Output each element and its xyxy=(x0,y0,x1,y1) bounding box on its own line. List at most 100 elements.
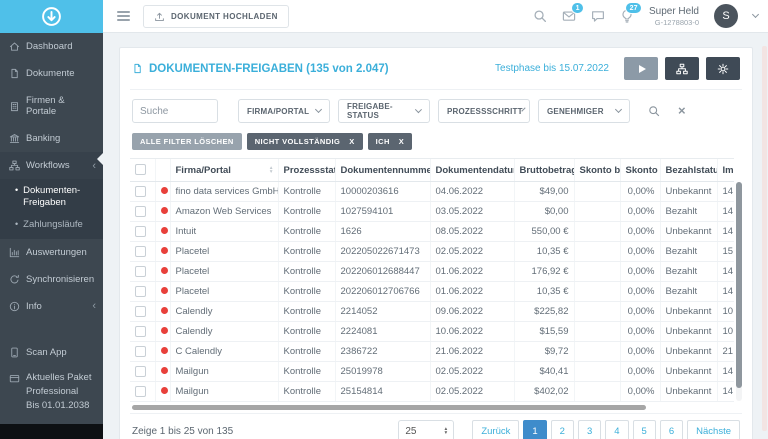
workflow-settings-button[interactable] xyxy=(665,57,699,80)
chat-icon[interactable] xyxy=(591,9,605,23)
upload-document-button[interactable]: DOKUMENT HOCHLADEN xyxy=(143,5,289,28)
status-dot-icon xyxy=(161,387,168,394)
row-checkbox[interactable] xyxy=(135,266,146,277)
sidebar: DashboardDokumenteFirmen & PortaleBankin… xyxy=(0,0,103,439)
page-button-4[interactable]: 4 xyxy=(605,420,628,439)
chevron-down-icon xyxy=(415,106,422,113)
row-checkbox[interactable] xyxy=(135,386,146,397)
sidebar-item-banking[interactable]: Banking xyxy=(0,125,103,152)
table-row[interactable]: fino data services GmbHKontrolle10000203… xyxy=(130,182,734,202)
search-icon[interactable] xyxy=(533,9,547,23)
row-checkbox[interactable] xyxy=(135,186,146,197)
sidebar-item-auswertungen[interactable]: Auswertungen xyxy=(0,239,103,266)
table-row[interactable]: IntuitKontrolle162608.05.2022550,00 €0,0… xyxy=(130,222,734,242)
filter-chip-ich[interactable]: ICHX xyxy=(368,133,413,150)
workflow-icon xyxy=(9,160,20,171)
table-horizontal-scrollbar[interactable] xyxy=(130,405,742,411)
table-row[interactable]: PlacetelKontrolle20220601268844701.06.20… xyxy=(130,262,734,282)
prev-page-button[interactable]: Zurück xyxy=(472,420,519,439)
pagination: Zurück123456Nächste xyxy=(472,420,740,439)
row-checkbox[interactable] xyxy=(135,206,146,217)
settings-button[interactable] xyxy=(706,57,740,80)
column-header-dokumentendatum[interactable]: Dokumentendatum▴▾ xyxy=(430,159,514,182)
cell-skonto-bis xyxy=(574,262,620,282)
filter-select-genehmiger[interactable]: GENEHMIGER xyxy=(538,99,630,123)
page-button-6[interactable]: 6 xyxy=(660,420,683,439)
sidebar-subitem-zahlungsl-ufe[interactable]: •Zahlungsläufe xyxy=(0,214,103,236)
start-workflow-button[interactable] xyxy=(624,57,658,80)
row-checkbox[interactable] xyxy=(135,226,146,237)
table-row[interactable]: CalendlyKontrolle221405209.06.2022$225,8… xyxy=(130,302,734,322)
row-checkbox[interactable] xyxy=(135,306,146,317)
page-button-5[interactable]: 5 xyxy=(633,420,656,439)
sidebar-subitem-dokumenten-freigaben[interactable]: •Dokumenten-Freigaben xyxy=(0,180,103,214)
page-button-1[interactable]: 1 xyxy=(523,420,546,439)
clear-filters-icon[interactable]: × xyxy=(678,106,686,116)
mail-badge: 1 xyxy=(571,2,584,14)
column-header-skonto-bis[interactable]: Skonto bis xyxy=(574,159,620,182)
cell-bezahlstatus: Bezahlt xyxy=(660,202,717,222)
row-checkbox[interactable] xyxy=(135,366,146,377)
menu-toggle-icon[interactable] xyxy=(117,11,130,21)
next-page-button[interactable]: Nächste xyxy=(687,420,740,439)
sidebar-item-current-package[interactable]: Aktuelles PaketProfessionalBis 01.01.203… xyxy=(0,365,103,418)
remove-chip-icon[interactable]: X xyxy=(349,137,354,146)
filter-chip-nicht-vollst-ndig[interactable]: NICHT VOLLSTÄNDIGX xyxy=(247,133,363,150)
scrollbar-thumb[interactable] xyxy=(132,405,646,410)
user-menu[interactable]: Super Held G-1278803-0 xyxy=(649,6,699,27)
search-input[interactable] xyxy=(132,99,218,123)
table-row[interactable]: C CalendlyKontrolle238672221.06.2022$9,7… xyxy=(130,342,734,362)
select-all-checkbox[interactable] xyxy=(135,164,146,175)
table-row[interactable]: MailgunKontrolle2515481402.05.2022$402,0… xyxy=(130,382,734,402)
sidebar-item-dokumente[interactable]: Dokumente xyxy=(0,60,103,87)
mail-icon[interactable]: 1 xyxy=(562,9,576,23)
sidebar-item-scan-app[interactable]: Scan App xyxy=(0,339,103,365)
column-header-dokumentennummer[interactable]: Dokumentennummer▴▾ xyxy=(335,159,430,182)
table-row[interactable]: PlacetelKontrolle20220601270676601.06.20… xyxy=(130,282,734,302)
table-row[interactable]: Amazon Web ServicesKontrolle102759410103… xyxy=(130,202,734,222)
apply-filters-search-icon[interactable] xyxy=(648,105,660,117)
table-vertical-scrollbar[interactable] xyxy=(736,182,742,401)
sidebar-item-firmen-portale[interactable]: Firmen & Portale xyxy=(0,87,103,125)
filter-select-freigabe-status[interactable]: FREIGABE-STATUS xyxy=(338,99,430,123)
sidebar-item-workflows[interactable]: Workflows‹ xyxy=(0,152,103,179)
avatar[interactable]: S xyxy=(714,4,738,28)
table-row[interactable]: CalendlyKontrolle222408110.06.2022$15,59… xyxy=(130,322,734,342)
row-checkbox[interactable] xyxy=(135,286,146,297)
filter-chip-alle-filter-l-schen[interactable]: ALLE FILTER LÖSCHEN xyxy=(132,133,242,150)
column-header-bruttobetrag[interactable]: Bruttobetrag xyxy=(514,159,574,182)
sidebar-item-info[interactable]: Info‹ xyxy=(0,293,103,320)
row-checkbox[interactable] xyxy=(135,346,146,357)
column-header-skonto[interactable]: Skonto xyxy=(620,159,660,182)
page-scrollbar[interactable] xyxy=(762,46,767,431)
table-row[interactable]: PlacetelKontrolle20220502267147302.05.20… xyxy=(130,242,734,262)
trial-note-link[interactable]: Testphase bis 15.07.2022 xyxy=(495,63,609,74)
row-checkbox[interactable] xyxy=(135,326,146,337)
column-header-imp[interactable]: Imp xyxy=(717,159,734,182)
cell-firma: fino data services GmbH xyxy=(170,182,278,202)
sidebar-item-synchronisieren[interactable]: Synchronisieren xyxy=(0,266,103,293)
app-logo[interactable] xyxy=(0,0,103,33)
row-checkbox[interactable] xyxy=(135,246,146,257)
filter-select-firma-portal[interactable]: FIRMA/PORTAL xyxy=(238,99,330,123)
page-button-2[interactable]: 2 xyxy=(551,420,574,439)
cell-skonto: 0,00% xyxy=(620,222,660,242)
chevron-down-icon[interactable] xyxy=(752,11,759,18)
page-button-3[interactable]: 3 xyxy=(578,420,601,439)
app-window: DashboardDokumenteFirmen & PortaleBankin… xyxy=(0,0,768,439)
column-header-firma-portal[interactable]: Firma/Portal▴▾ xyxy=(170,159,278,182)
remove-chip-icon[interactable]: X xyxy=(399,137,404,146)
cell-bruttobetrag: 10,35 € xyxy=(514,242,574,262)
column-header-prozessstatus[interactable]: Prozessstatus xyxy=(278,159,335,182)
table-row[interactable]: MailgunKontrolle2501997802.05.2022$40,41… xyxy=(130,362,734,382)
status-dot-icon xyxy=(161,187,168,194)
page-size-select[interactable]: 25 ▴▾ xyxy=(398,420,454,439)
cell-prozessstatus: Kontrolle xyxy=(278,382,335,402)
column-header-bezahlstatus[interactable]: Bezahlstatus xyxy=(660,159,717,182)
cell-bezahlstatus: Bezahlt xyxy=(660,262,717,282)
sidebar-item-dashboard[interactable]: Dashboard xyxy=(0,33,103,60)
ideas-bulb-icon[interactable]: 27 xyxy=(620,9,634,23)
cell-importdatum: 14. xyxy=(717,362,734,382)
scrollbar-thumb[interactable] xyxy=(736,182,742,388)
filter-select-prozessschritt[interactable]: PROZESSSCHRITT xyxy=(438,99,530,123)
